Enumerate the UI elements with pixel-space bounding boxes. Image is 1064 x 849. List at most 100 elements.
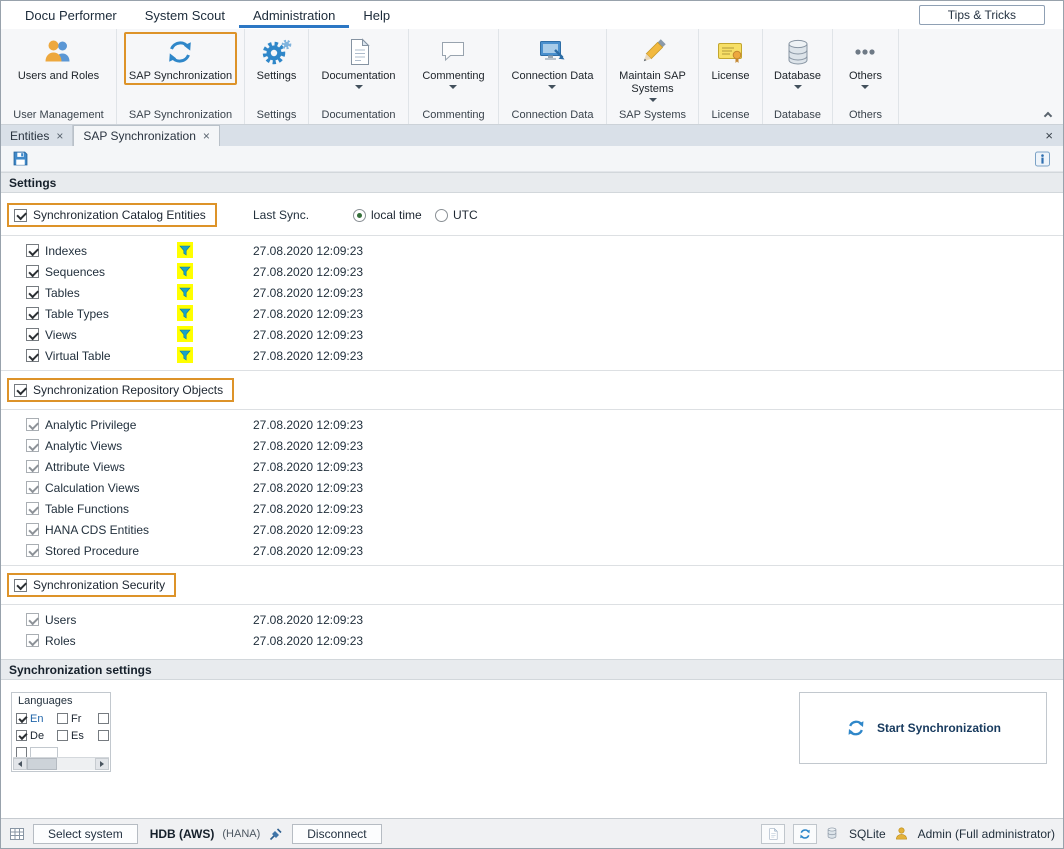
language-option-de[interactable]: De [16, 730, 57, 742]
local-time-radio-group[interactable]: local time [353, 208, 422, 222]
divider [1, 235, 1063, 236]
close-all-tabs-icon[interactable]: × [1035, 125, 1063, 146]
last-sync-time: 27.08.2020 12:09:23 [253, 523, 363, 537]
menu-system-scout[interactable]: System Scout [131, 3, 239, 28]
dropdown-caret-icon [355, 85, 363, 89]
catalog-item-row: Table Types 27.08.2020 12:09:23 [1, 303, 1063, 324]
utc-radio[interactable] [435, 209, 448, 222]
language-option-es[interactable]: Es [57, 730, 98, 742]
catalog-item-checkbox[interactable] [26, 244, 39, 257]
repository-item-checkbox [26, 460, 39, 473]
tab-sap-synchronization[interactable]: SAP Synchronization × [73, 125, 220, 146]
info-button[interactable] [1031, 149, 1053, 169]
database-icon [782, 36, 814, 68]
others-button[interactable]: Others [844, 32, 887, 91]
settings-button[interactable]: Settings [252, 32, 302, 85]
ribbon-button-label: Settings [257, 70, 297, 83]
language-option-en[interactable]: En [16, 713, 57, 725]
filter-icon[interactable] [177, 305, 193, 321]
sync-catalog-entities-group[interactable]: Synchronization Catalog Entities [7, 203, 217, 227]
tab-close-icon[interactable]: × [56, 130, 63, 142]
security-item-checkbox [26, 634, 39, 647]
repository-item-row: Table Functions 27.08.2020 12:09:23 [1, 498, 1063, 519]
dropdown-caret-icon [649, 98, 657, 102]
menubar: Docu Performer System Scout Administrati… [1, 1, 1063, 29]
language-label: Es [71, 730, 84, 742]
catalog-item-checkbox[interactable] [26, 349, 39, 362]
ribbon-group-label: SAP Synchronization [117, 107, 244, 124]
repository-item-row: Analytic Views 27.08.2020 12:09:23 [1, 435, 1063, 456]
app-window: Docu Performer System Scout Administrati… [0, 0, 1064, 849]
connection-monitor-icon [536, 36, 568, 68]
catalog-item-checkbox[interactable] [26, 265, 39, 278]
database-button[interactable]: Database [769, 32, 826, 91]
sync-repository-objects-checkbox[interactable] [14, 384, 27, 397]
ribbon-group-sap-synchronization: SAP Synchronization SAP Synchronization [117, 29, 245, 124]
sync-catalog-entities-checkbox[interactable] [14, 209, 27, 222]
refresh-button[interactable] [793, 824, 817, 844]
language-checkbox[interactable] [57, 713, 68, 724]
scroll-right-button[interactable] [95, 758, 109, 770]
scrollbar-track[interactable] [27, 758, 95, 770]
ribbon: Users and Roles User Management SAP Sync… [1, 29, 1063, 125]
sap-synchronization-button[interactable]: SAP Synchronization [124, 32, 237, 85]
tab-entities[interactable]: Entities × [1, 125, 73, 146]
save-button[interactable] [9, 149, 31, 169]
disconnect-button[interactable]: Disconnect [292, 824, 381, 844]
language-checkbox[interactable] [16, 713, 27, 724]
catalog-item-checkbox[interactable] [26, 328, 39, 341]
catalog-item-row: Indexes 27.08.2020 12:09:23 [1, 240, 1063, 261]
local-time-label: local time [371, 208, 422, 222]
filter-icon[interactable] [177, 242, 193, 258]
sync-security-label: Synchronization Security [33, 578, 165, 592]
tab-close-icon[interactable]: × [203, 130, 210, 142]
ribbon-button-label: Users and Roles [18, 70, 99, 83]
ribbon-collapse-button[interactable] [1041, 108, 1055, 120]
sync-repository-objects-group[interactable]: Synchronization Repository Objects [7, 378, 234, 402]
menu-administration[interactable]: Administration [239, 3, 349, 28]
scrollbar-thumb[interactable] [27, 758, 57, 770]
ribbon-group-user-management: Users and Roles User Management [1, 29, 117, 124]
connection-data-button[interactable]: Connection Data [507, 32, 599, 91]
dropdown-caret-icon [794, 85, 802, 89]
last-sync-time: 27.08.2020 12:09:23 [253, 265, 363, 279]
menu-docu-performer[interactable]: Docu Performer [11, 3, 131, 28]
security-header-row: Synchronization Security [1, 570, 1063, 600]
catalog-item-checkbox[interactable] [26, 307, 39, 320]
divider [1, 370, 1063, 371]
maintain-sap-systems-button[interactable]: Maintain SAP Systems [607, 32, 698, 104]
tips-and-tricks-button[interactable]: Tips & Tricks [919, 5, 1045, 25]
language-checkbox-partial[interactable] [98, 730, 109, 741]
document-icon [343, 36, 375, 68]
filter-icon[interactable] [177, 326, 193, 342]
languages-horizontal-scrollbar[interactable] [13, 757, 109, 770]
sync-security-group[interactable]: Synchronization Security [7, 573, 176, 597]
utc-radio-group[interactable]: UTC [435, 208, 478, 222]
filter-icon[interactable] [177, 263, 193, 279]
ribbon-group-label: Commenting [409, 107, 498, 124]
documentation-button[interactable]: Documentation [317, 32, 401, 91]
language-checkbox-partial[interactable] [98, 713, 109, 724]
license-button[interactable]: License [707, 32, 755, 85]
grid-icon [9, 826, 25, 842]
filter-icon[interactable] [177, 284, 193, 300]
ribbon-group-documentation: Documentation Documentation [309, 29, 409, 124]
start-synchronization-button[interactable]: Start Synchronization [799, 692, 1047, 764]
catalog-item-checkbox[interactable] [26, 286, 39, 299]
commenting-button[interactable]: Commenting [417, 32, 489, 91]
repository-item-row: Stored Procedure 27.08.2020 12:09:23 [1, 540, 1063, 561]
report-document-button[interactable] [761, 824, 785, 844]
local-time-radio[interactable] [353, 209, 366, 222]
database-engine-label: SQLite [849, 827, 886, 841]
catalog-item-row: Tables 27.08.2020 12:09:23 [1, 282, 1063, 303]
scroll-left-button[interactable] [13, 758, 27, 770]
language-checkbox[interactable] [16, 730, 27, 741]
sync-security-checkbox[interactable] [14, 579, 27, 592]
filter-icon[interactable] [177, 347, 193, 363]
select-system-button[interactable]: Select system [33, 824, 138, 844]
users-and-roles-button[interactable]: Users and Roles [13, 32, 104, 85]
language-option-fr[interactable]: Fr [57, 713, 98, 725]
ribbon-group-license: License License [699, 29, 763, 124]
menu-help[interactable]: Help [349, 3, 404, 28]
language-checkbox[interactable] [57, 730, 68, 741]
